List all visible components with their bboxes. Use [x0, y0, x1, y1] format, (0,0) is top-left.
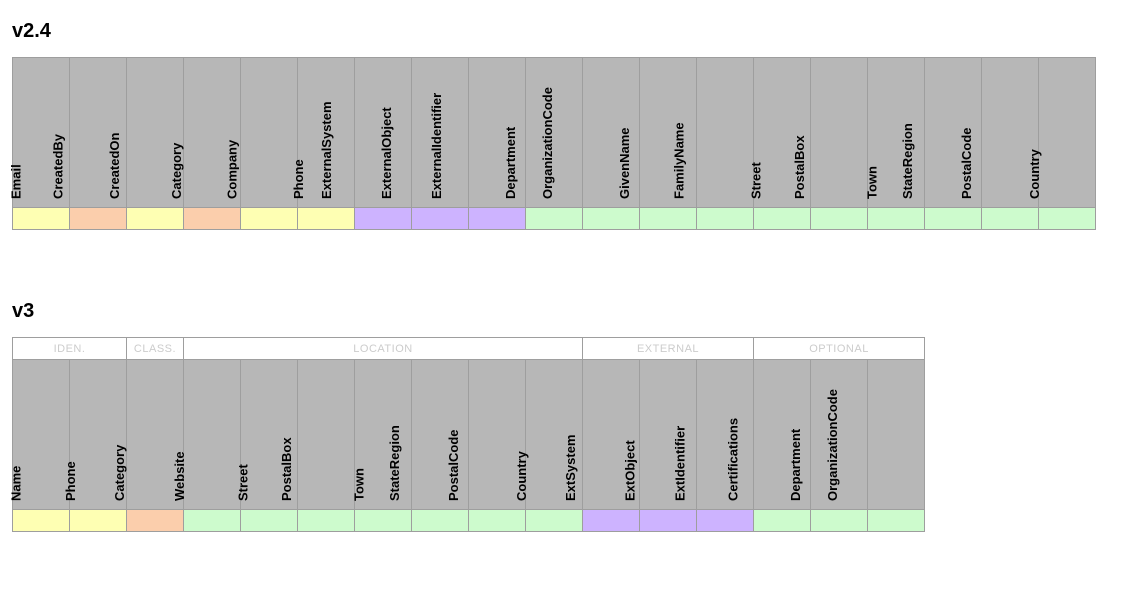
sections.v24-header-label: Town — [865, 166, 880, 199]
sections.v24-header-label: ExternalSystem — [319, 101, 334, 199]
sections.v24-color-cell — [70, 208, 127, 230]
sections.v3-group-cell: LOCATION — [184, 338, 583, 360]
sections.v3-group-cell: CLASS. — [127, 338, 184, 360]
sections.v24-color-cell — [127, 208, 184, 230]
sections.v24-header-label: StateRegion — [900, 123, 915, 199]
sections.v3-header-label: ExtSystem — [563, 435, 578, 501]
sections.v3-group-cell: IDEN. — [13, 338, 127, 360]
sections.v3-header-label: Town — [352, 468, 367, 501]
sections.v24-header-label: Company — [224, 140, 239, 199]
sections.v24-header-cell: Country — [1039, 58, 1096, 208]
sections.v24-header-label: OrganizationCode — [540, 87, 555, 199]
sections.v3-header-cell: Town — [355, 360, 412, 510]
sections.v3-group-cell: EXTERNAL — [583, 338, 754, 360]
sections.v3-header-label: Category — [112, 445, 127, 501]
sections.v3-color-cell — [184, 510, 241, 532]
sections.v3-color-cell — [583, 510, 640, 532]
sections.v24-header-cell: Town — [868, 58, 925, 208]
sections.v24-header-label: PostalBox — [792, 135, 807, 199]
sections.v24-header-label: Street — [749, 162, 764, 199]
sections.v24-color-cell — [982, 208, 1039, 230]
sections.v24-header-label: Category — [169, 143, 184, 199]
section-title-v3: v3 — [12, 300, 1113, 323]
sections.v3-color-cell — [298, 510, 355, 532]
sections.v3-color-cell — [526, 510, 583, 532]
sections.v24-color-cell — [868, 208, 925, 230]
sections.v3-header-label: ExtObject — [623, 440, 638, 501]
sections.v3-header-cell: Website — [184, 360, 241, 510]
schema-table-v24: EmailCreatedByCreatedOnCategoryCompanyPh… — [12, 57, 1113, 230]
sections.v3-color-cell — [469, 510, 526, 532]
schema-table-v3: IDEN.CLASS.LOCATIONEXTERNALOPTIONAL Name… — [12, 337, 1113, 532]
sections.v3-header-label: PostalBox — [279, 437, 294, 501]
sections.v24-header-label: CreatedBy — [50, 134, 65, 199]
sections.v24-color-cell — [241, 208, 298, 230]
sections.v24-color-cell — [412, 208, 469, 230]
sections.v24-header-label: Department — [503, 127, 518, 199]
sections.v3-header-cell: PostalBox — [298, 360, 355, 510]
section-title-v24: v2.4 — [12, 20, 1113, 43]
sections.v24-color-cell — [583, 208, 640, 230]
sections.v3-header-label: Country — [514, 451, 529, 501]
sections.v3-color-cell — [241, 510, 298, 532]
sections.v3-header-label: Phone — [63, 461, 78, 501]
sections.v3-color-cell — [127, 510, 184, 532]
sections.v3-header-label: OrganizationCode — [825, 389, 840, 501]
sections.v24-color-cell — [925, 208, 982, 230]
sections.v24-color-cell — [526, 208, 583, 230]
sections.v24-header-cell: PostalBox — [811, 58, 868, 208]
sections.v24-header-cell: GivenName — [640, 58, 697, 208]
sections.v3-color-cell — [754, 510, 811, 532]
sections.v24-header-label: ExternalIdentifier — [429, 93, 444, 199]
sections.v3-header-label: Department — [788, 429, 803, 501]
sections.v3-group-cell: OPTIONAL — [754, 338, 925, 360]
sections.v3-header-label: Street — [236, 464, 251, 501]
sections.v3-header-label: Website — [172, 451, 187, 501]
sections.v24-header-label: ExternalObject — [379, 107, 394, 199]
sections.v24-header-cell: FamilyName — [697, 58, 754, 208]
sections.v24-header-label: PostalCode — [959, 127, 974, 199]
sections.v24-color-cell — [184, 208, 241, 230]
sections.v24-header-cell: Company — [241, 58, 298, 208]
sections.v3-color-cell — [13, 510, 70, 532]
sections.v24-color-cell — [355, 208, 412, 230]
sections.v24-header-label: Phone — [291, 159, 306, 199]
sections.v24-header-label: FamilyName — [672, 122, 687, 199]
sections.v3-header-cell: ExtObject — [640, 360, 697, 510]
sections.v3-color-cell — [868, 510, 925, 532]
sections.v3-color-cell — [640, 510, 697, 532]
sections.v24-color-cell — [13, 208, 70, 230]
sections.v24-color-cell — [298, 208, 355, 230]
sections.v24-header-label: CreatedOn — [107, 133, 122, 199]
sections.v24-header-label: Country — [1027, 149, 1042, 199]
sections.v3-header-label: PostalCode — [446, 429, 461, 501]
sections.v3-color-cell — [70, 510, 127, 532]
sections.v3-header-cell: Name — [13, 360, 70, 510]
sections.v24-color-cell — [811, 208, 868, 230]
sections.v3-header-label: Certifications — [725, 418, 740, 501]
sections.v3-header-label: StateRegion — [387, 425, 402, 501]
sections.v3-header-label: ExtIdentifier — [672, 426, 687, 501]
sections.v3-color-cell — [697, 510, 754, 532]
sections.v24-header-label: Email — [9, 164, 24, 199]
sections.v24-color-cell — [469, 208, 526, 230]
sections.v24-color-cell — [1039, 208, 1096, 230]
sections.v3-header-label: Name — [8, 466, 23, 501]
sections.v24-color-cell — [697, 208, 754, 230]
sections.v3-header-cell: OrganizationCode — [868, 360, 925, 510]
sections.v3-color-cell — [355, 510, 412, 532]
sections.v24-header-label: GivenName — [617, 127, 632, 199]
sections.v24-color-cell — [754, 208, 811, 230]
sections.v24-color-cell — [640, 208, 697, 230]
sections.v3-color-cell — [412, 510, 469, 532]
sections.v3-color-cell — [811, 510, 868, 532]
